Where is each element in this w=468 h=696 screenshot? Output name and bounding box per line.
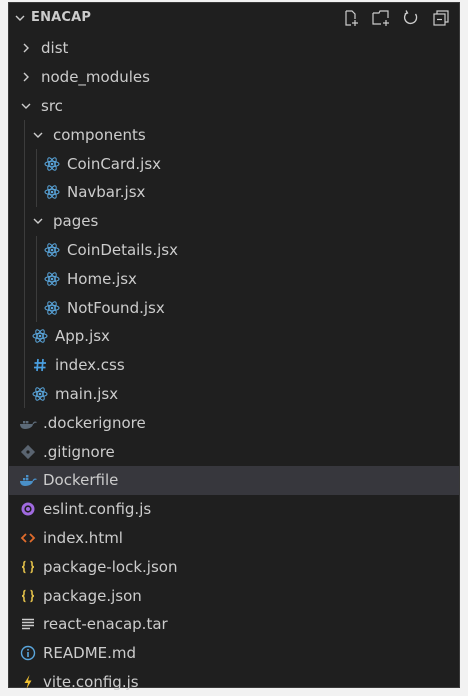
info-icon (19, 644, 37, 662)
docker-icon (19, 471, 37, 489)
chevron-down-icon[interactable] (13, 11, 27, 25)
file-lines-icon (19, 615, 37, 633)
react-icon (31, 327, 49, 345)
file-row[interactable]: eslint.config.js (9, 495, 459, 524)
react-icon (43, 183, 61, 201)
tree-item-label: Dockerfile (43, 471, 119, 490)
tree-item-label: .dockerignore (43, 413, 146, 432)
file-row[interactable]: vite.config.js (9, 668, 459, 696)
file-row[interactable]: Navbar.jsx (9, 178, 459, 207)
new-folder-icon[interactable] (371, 8, 391, 28)
tree-item-label: CoinCard.jsx (67, 154, 162, 173)
refresh-icon[interactable] (401, 8, 421, 28)
tree-item-label: react-enacap.tar (43, 615, 168, 634)
react-icon (31, 385, 49, 403)
chevron-down-icon (17, 97, 35, 115)
tree-item-label: dist (41, 39, 69, 58)
file-row[interactable]: index.html (9, 524, 459, 553)
collapse-all-icon[interactable] (431, 8, 451, 28)
tree-item-label: App.jsx (55, 327, 110, 346)
html-icon (19, 529, 37, 547)
file-row[interactable]: main.jsx (9, 380, 459, 409)
explorer-panel: ENACAP dist node_modules src components … (8, 2, 460, 691)
tree-item-label: README.md (43, 644, 137, 663)
git-icon (19, 443, 37, 461)
file-row[interactable]: App.jsx (9, 322, 459, 351)
vite-icon (19, 673, 37, 691)
tree-item-label: index.css (55, 356, 125, 375)
tree-item-label: eslint.config.js (43, 500, 152, 519)
tree-item-label: pages (53, 212, 99, 231)
json-braces-icon (19, 558, 37, 576)
file-row[interactable]: Home.jsx (9, 264, 459, 293)
tree-item-label: package.json (43, 586, 142, 605)
file-row[interactable]: README.md (9, 639, 459, 668)
indent-guide (24, 120, 25, 409)
file-row[interactable]: CoinDetails.jsx (9, 236, 459, 265)
react-icon (43, 155, 61, 173)
file-row[interactable]: package-lock.json (9, 552, 459, 581)
file-row[interactable]: package.json (9, 581, 459, 610)
react-icon (43, 299, 61, 317)
folder-row[interactable]: components (9, 120, 459, 149)
file-row[interactable]: NotFound.jsx (9, 293, 459, 322)
file-row[interactable]: index.css (9, 351, 459, 380)
docker-ignore-icon (19, 414, 37, 432)
file-row[interactable]: react-enacap.tar (9, 610, 459, 639)
explorer-header[interactable]: ENACAP (9, 3, 459, 33)
tree-item-label: .gitignore (43, 442, 115, 461)
file-row[interactable]: CoinCard.jsx (9, 149, 459, 178)
indent-guide (36, 149, 37, 207)
tree-item-label: package-lock.json (43, 557, 178, 576)
folder-row[interactable]: pages (9, 207, 459, 236)
chevron-right-icon (17, 39, 35, 57)
tree-item-label: CoinDetails.jsx (67, 240, 178, 259)
react-icon (43, 241, 61, 259)
tree-item-label: index.html (43, 528, 123, 547)
tree-item-label: Home.jsx (67, 269, 137, 288)
tree-item-label: main.jsx (55, 384, 119, 403)
file-row[interactable]: Dockerfile (9, 465, 459, 495)
tree-item-label: src (41, 96, 63, 115)
folder-row[interactable]: dist (9, 34, 459, 63)
indent-guide (36, 235, 37, 322)
react-icon (43, 270, 61, 288)
eslint-icon (19, 500, 37, 518)
tree-item-label: NotFound.jsx (67, 298, 165, 317)
folder-row[interactable]: src (9, 92, 459, 121)
new-file-icon[interactable] (341, 8, 361, 28)
tree-item-label: Navbar.jsx (67, 183, 146, 202)
chevron-right-icon (17, 68, 35, 86)
workspace-title: ENACAP (31, 10, 92, 25)
tree-item-label: node_modules (41, 68, 150, 87)
file-row[interactable]: .dockerignore (9, 408, 459, 437)
file-tree: dist node_modulessrc components CoinCard.js… (9, 34, 459, 696)
json-braces-icon (19, 587, 37, 605)
chevron-down-icon (29, 212, 47, 230)
tree-item-label: vite.config.js (43, 672, 139, 691)
explorer-actions (341, 8, 451, 28)
tree-item-label: components (53, 125, 146, 144)
folder-row[interactable]: node_modules (9, 63, 459, 92)
chevron-down-icon (29, 126, 47, 144)
css-hash-icon (31, 356, 49, 374)
file-row[interactable]: .gitignore (9, 437, 459, 466)
